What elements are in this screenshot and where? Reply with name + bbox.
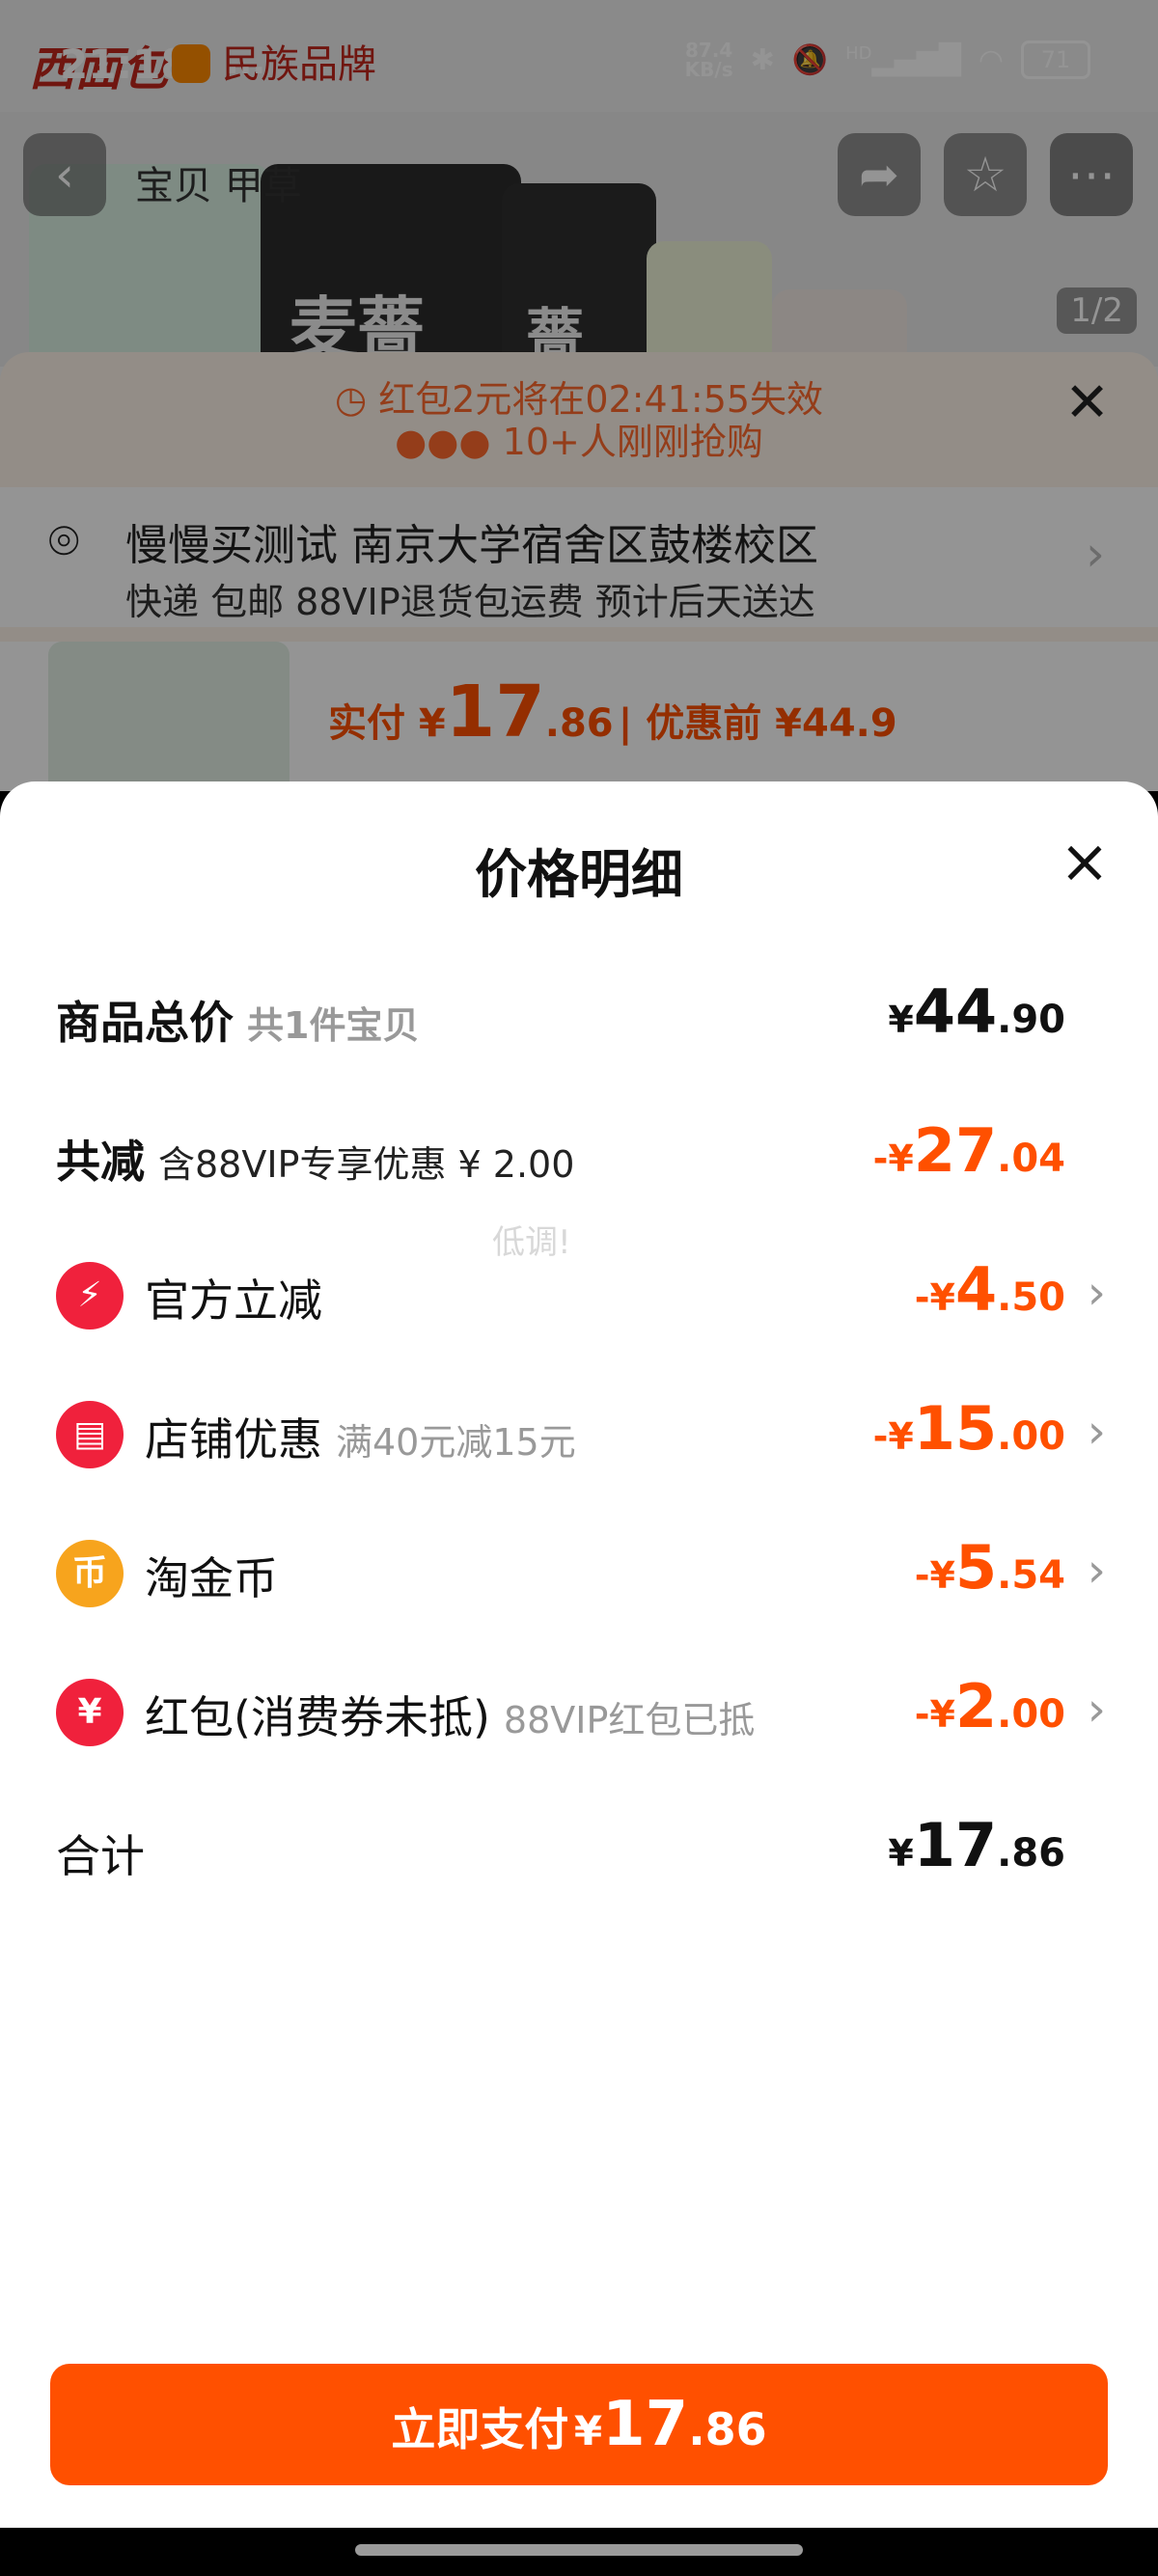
row-amount: -¥4.50 (914, 1254, 1065, 1325)
dim-overlay[interactable] (0, 0, 1158, 791)
chevron-right-icon: › (1087, 1266, 1106, 1320)
row-amount: ¥44.90 (888, 976, 1065, 1047)
row-label: 共减 (56, 1136, 145, 1188)
row-label: 店铺优惠 (145, 1413, 322, 1466)
row-label: 合计 (56, 1830, 145, 1882)
sheet-title: 价格明细 (475, 844, 683, 905)
shop-icon: ▤ (56, 1401, 124, 1468)
row-sub-label: 含88VIP专享优惠 ¥ 2.00 (158, 1143, 575, 1186)
row-goods-total: 商品总价 共1件宝贝 ¥44.90 (56, 961, 1102, 1067)
background-page: 麦薔 薔 西面包 民族品牌 21:18 ... 87.4 KB/s ✱ 🔕 HD… (0, 0, 1158, 791)
row-label: 官方立减 (145, 1274, 322, 1327)
row-amount: ¥17.86 (888, 1810, 1065, 1880)
chevron-right-icon: › (1087, 1544, 1106, 1598)
row-sub-label: 满40元减15元 (336, 1421, 576, 1464)
chevron-right-icon: › (1087, 1683, 1106, 1737)
row-total-discount: 共减 含88VIP专享优惠 ¥ 2.00 -¥27.04 (56, 1100, 1102, 1206)
row-sub-label: 88VIP红包已抵 (503, 1699, 756, 1741)
home-indicator[interactable] (355, 2544, 803, 2556)
row-label: 商品总价 (56, 997, 234, 1049)
row-amount: -¥5.54 (914, 1532, 1065, 1603)
row-total: 合计 ¥17.86 (56, 1795, 1102, 1901)
row-label: 红包(消费券未抵) (145, 1691, 490, 1743)
coin-icon: 币 (56, 1540, 124, 1607)
watermark: 低调! (492, 1223, 571, 1262)
row-amount: -¥27.04 (872, 1115, 1065, 1186)
row-shop-discount[interactable]: ▤ 店铺优惠 满40元减15元 -¥15.00 › (56, 1378, 1106, 1484)
row-label: 淘金币 (145, 1552, 278, 1604)
row-amount: -¥2.00 (914, 1671, 1065, 1741)
row-official-discount[interactable]: ⚡ 官方立减 -¥4.50 › (56, 1239, 1106, 1345)
close-icon[interactable]: × (1060, 832, 1110, 891)
price-detail-sheet: 价格明细 × 商品总价 共1件宝贝 ¥44.90 共减 含88VIP专享优惠 ¥ 2… (0, 781, 1158, 2528)
lightning-icon: ⚡ (56, 1262, 124, 1329)
row-amount: -¥15.00 (872, 1393, 1065, 1464)
row-red-packet[interactable]: ¥ 红包(消费券未抵) 88VIP红包已抵 -¥2.00 › (56, 1656, 1106, 1762)
red-packet-icon: ¥ (56, 1679, 124, 1746)
chevron-right-icon: › (1087, 1405, 1106, 1459)
row-sub-label: 共1件宝贝 (247, 1004, 420, 1047)
row-taojinbi[interactable]: 币 淘金币 -¥5.54 › (56, 1517, 1106, 1623)
pay-now-button[interactable]: 立即支付 ¥17.86 (50, 2364, 1108, 2485)
